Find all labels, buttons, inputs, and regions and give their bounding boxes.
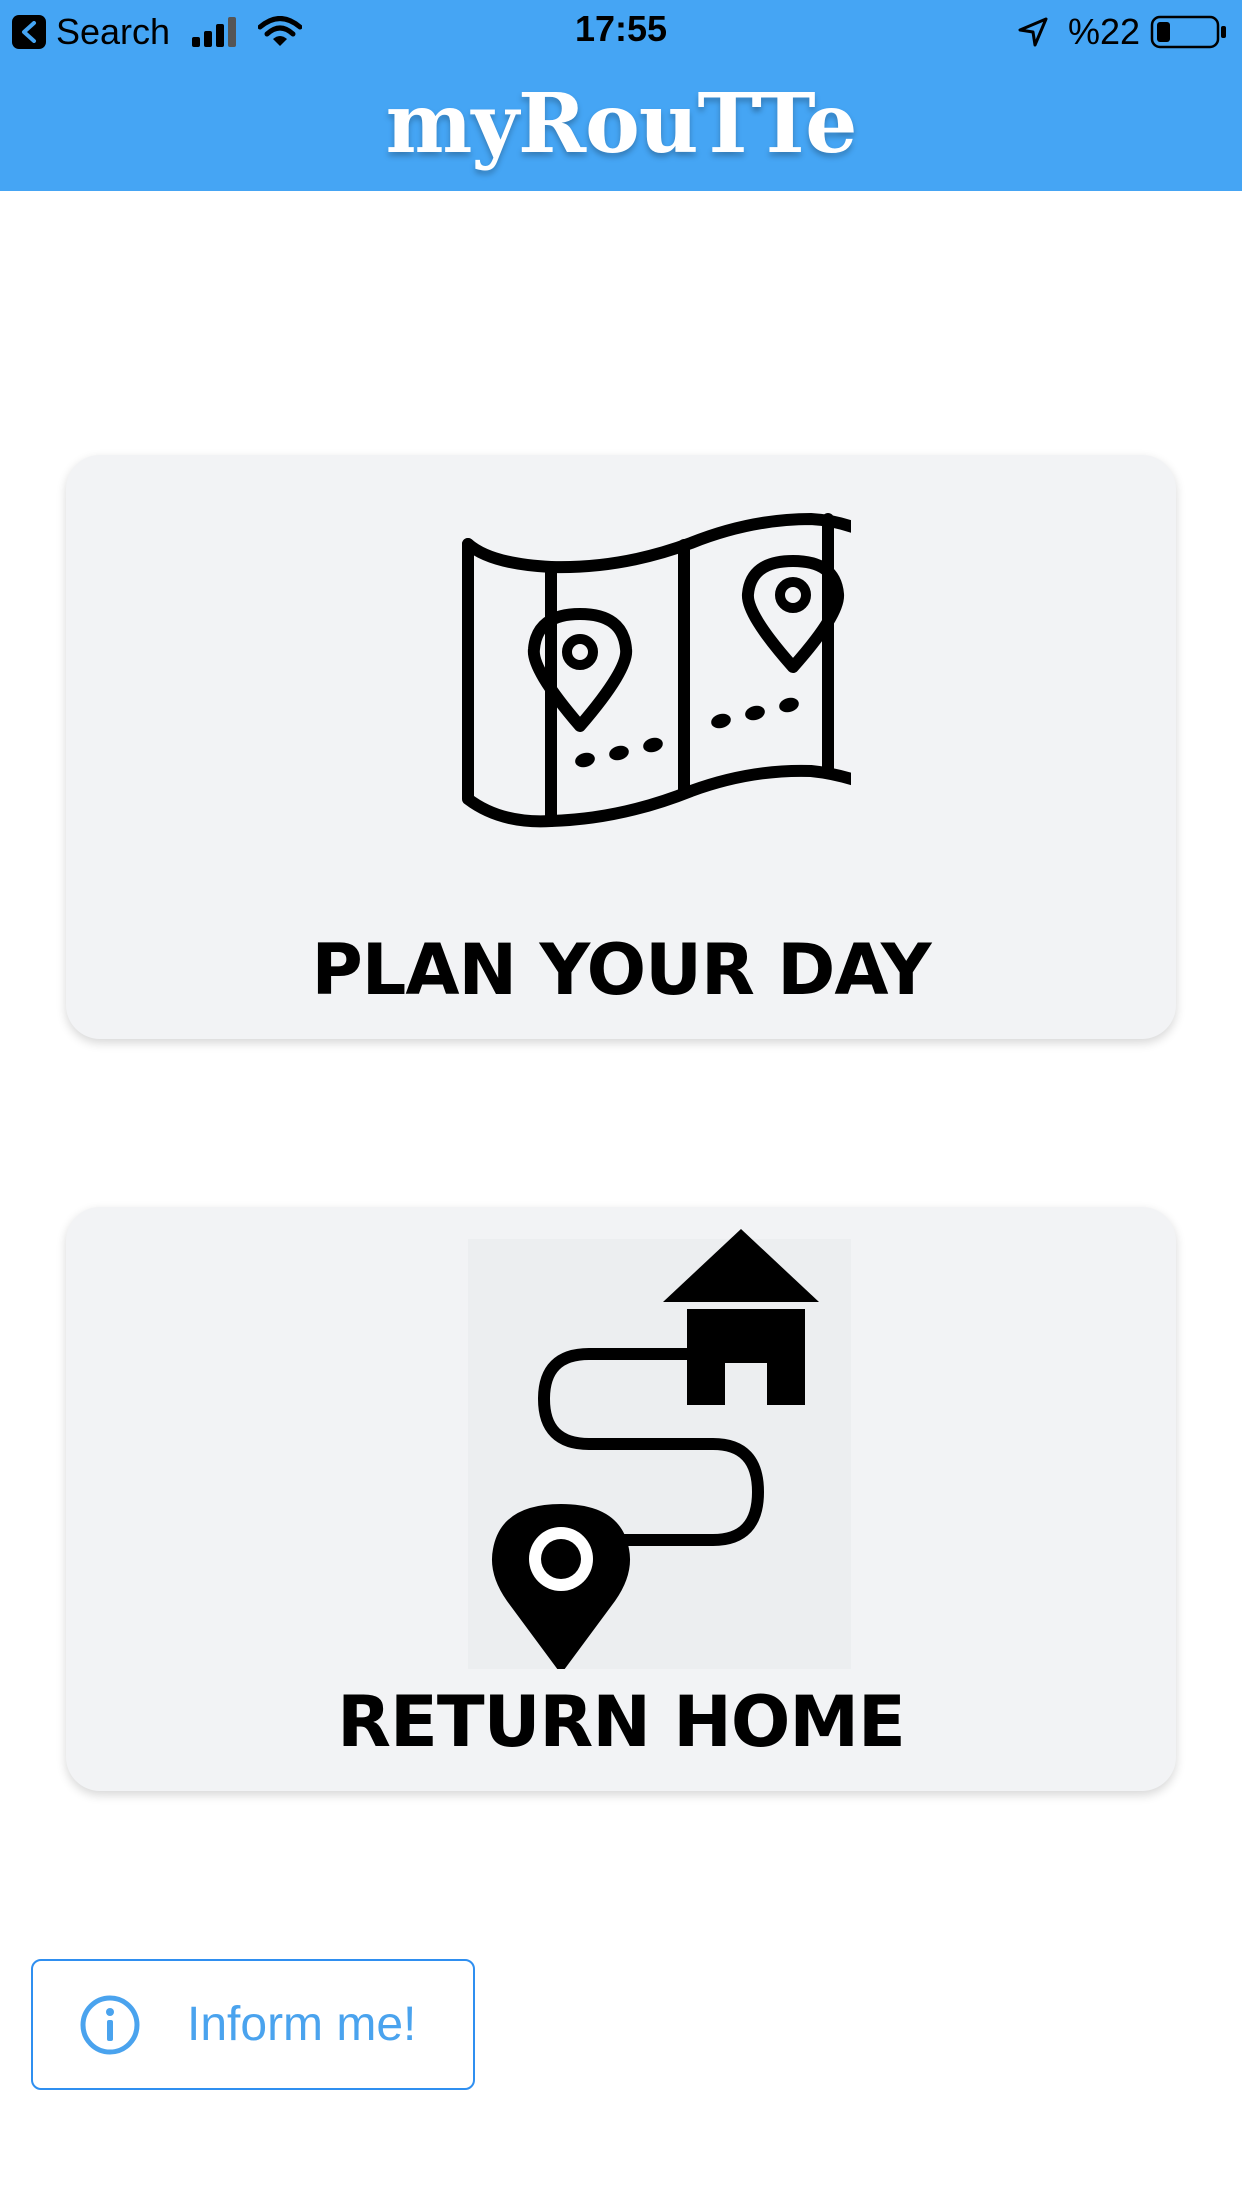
plan-your-day-card[interactable]: PLAN YOUR DAY [66, 455, 1176, 1039]
status-bar: Search 17:55 %22 [0, 0, 1242, 64]
return-home-card[interactable]: RETURN HOME [66, 1207, 1176, 1791]
map-pins-icon [462, 513, 851, 828]
battery-percentage: %22 [1067, 11, 1140, 52]
inform-me-button[interactable]: Inform me! [31, 1959, 475, 2090]
location-arrow-icon [1018, 17, 1048, 47]
battery-icon [1150, 15, 1226, 49]
route-home-icon [468, 1229, 851, 1669]
inform-me-label: Inform me! [187, 1998, 417, 2051]
status-right: %22 [1018, 10, 1228, 54]
app-title: myRouTTe [385, 76, 858, 172]
info-icon [80, 1995, 140, 2054]
app-header: Search 17:55 %22 myRouTTe [0, 0, 1242, 191]
app-screen: Search 17:55 %22 myRouTTe PLAN YOUR DAY … [0, 0, 1242, 2208]
return-home-label: RETURN HOME [337, 1681, 906, 1763]
plan-your-day-label: PLAN YOUR DAY [311, 929, 931, 1011]
